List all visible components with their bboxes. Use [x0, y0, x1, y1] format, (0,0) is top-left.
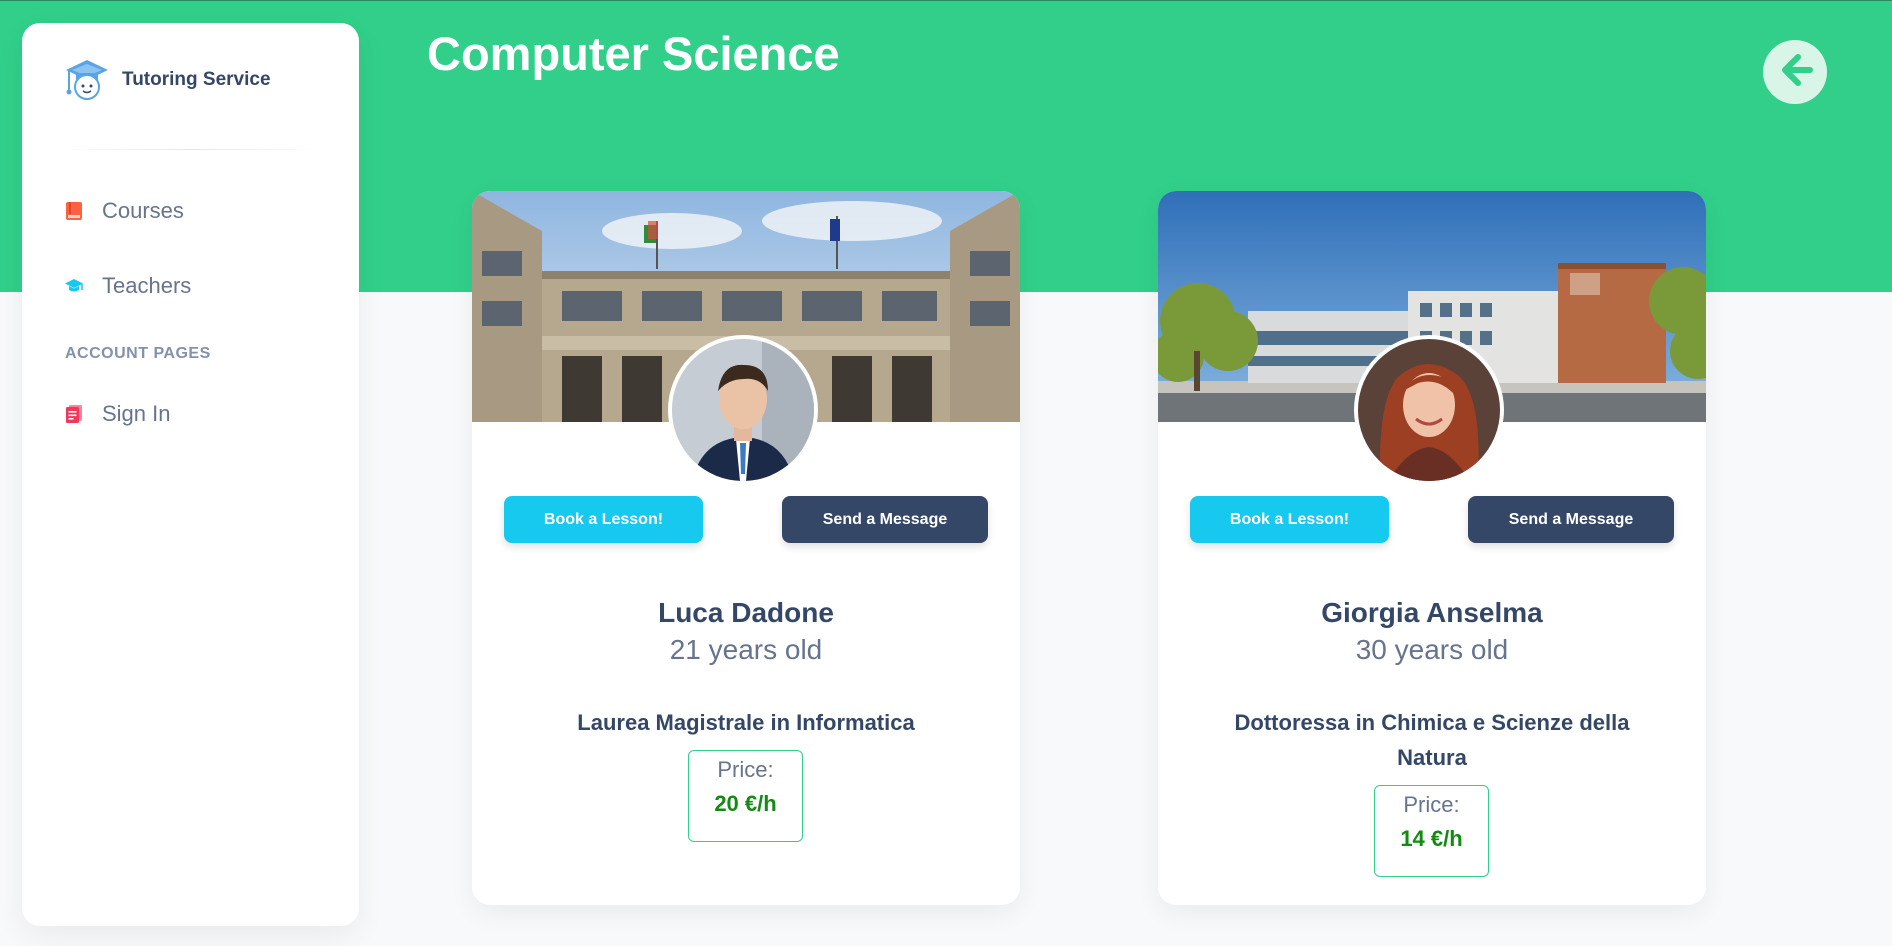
graduation-cap-icon: [64, 276, 84, 296]
teacher-degree: Laurea Magistrale in Informatica: [577, 710, 915, 735]
sidebar-divider: [58, 149, 326, 150]
book-lesson-button[interactable]: Book a Lesson!: [504, 496, 703, 543]
send-message-button[interactable]: Send a Message: [1468, 496, 1674, 543]
sidebar: Tutoring Service Courses Teachers ACCOUN…: [22, 23, 359, 926]
sidebar-item-sign-in[interactable]: Sign In: [64, 394, 171, 434]
teacher-age: 30 years old: [1355, 634, 1509, 665]
teacher-name: Luca Dadone: [658, 597, 834, 628]
send-message-button[interactable]: Send a Message: [782, 496, 988, 543]
brand[interactable]: Tutoring Service: [64, 56, 271, 104]
arrow-left-icon: [1772, 47, 1818, 98]
graduation-cap-icon: [64, 56, 110, 104]
teacher-card: Book a Lesson! Send a Message Luca Dadon…: [472, 191, 1020, 905]
document-icon: [64, 404, 84, 424]
price-label: Price:: [1403, 792, 1460, 817]
teacher-name: Giorgia Anselma: [1321, 597, 1543, 628]
page-title: Computer Science: [427, 27, 840, 80]
book-lesson-button[interactable]: Book a Lesson!: [1190, 496, 1389, 543]
price-value: 14 €/h: [1400, 826, 1463, 851]
teacher-age: 21 years old: [669, 634, 823, 665]
teacher-avatar: [668, 335, 818, 485]
book-icon: [64, 201, 84, 221]
back-button[interactable]: [1763, 40, 1827, 104]
price-box: Price: 20 €/h: [688, 750, 803, 842]
teacher-avatar: [1354, 335, 1504, 485]
sidebar-item-label: Sign In: [102, 401, 171, 426]
brand-name: Tutoring Service: [122, 69, 271, 90]
sidebar-item-label: Courses: [102, 198, 184, 223]
section-title-account-pages: ACCOUNT PAGES: [65, 345, 211, 362]
sidebar-item-teachers[interactable]: Teachers: [64, 266, 191, 306]
teacher-degree: Dottoressa in Chimica e Scienze della Na…: [1234, 710, 1630, 770]
teacher-card: Book a Lesson! Send a Message Giorgia An…: [1158, 191, 1706, 905]
price-label: Price:: [717, 757, 774, 782]
price-value: 20 €/h: [714, 791, 777, 816]
sidebar-item-label: Teachers: [102, 273, 192, 298]
sidebar-item-courses[interactable]: Courses: [64, 191, 184, 231]
price-box: Price: 14 €/h: [1374, 785, 1489, 877]
